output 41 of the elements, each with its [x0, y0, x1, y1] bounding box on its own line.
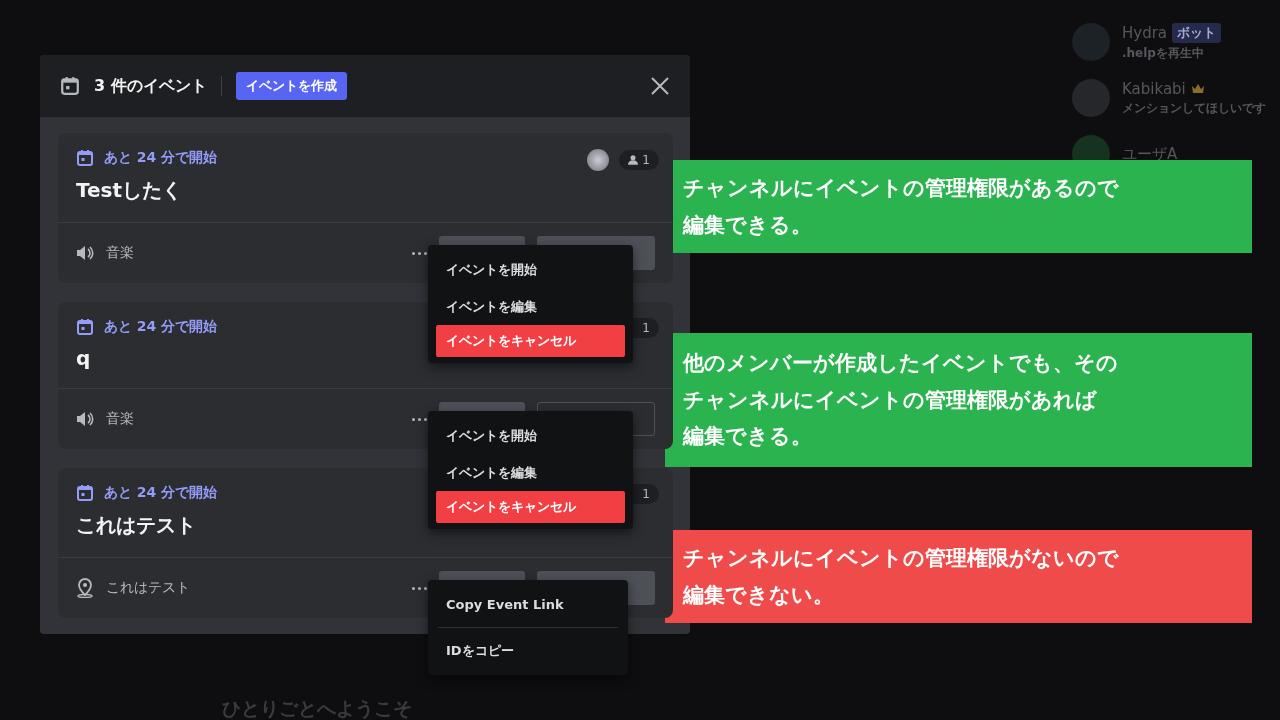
- event-title: q: [76, 346, 92, 370]
- annotation-text: チャンネルにイベントの管理権限があるので: [683, 174, 1120, 202]
- calendar-icon: [60, 76, 80, 96]
- more-options-icon[interactable]: [412, 417, 427, 421]
- event-start-time: あと 24 分で開始: [104, 149, 218, 167]
- annotation-text: チャンネルにイベントの管理権限があれば: [683, 386, 1098, 414]
- speaker-icon: [76, 245, 94, 261]
- annotation-text: 編集できる。: [683, 211, 813, 239]
- menu-item[interactable]: IDをコピー: [436, 632, 620, 669]
- calendar-icon: [76, 484, 94, 502]
- annotation-text: 他のメンバーが作成したイベントでも、その: [683, 349, 1119, 377]
- more-options-icon[interactable]: [412, 586, 427, 590]
- annotation-text: 編集できる。: [683, 423, 813, 451]
- speaker-icon: [76, 411, 94, 427]
- event-title: これはテスト: [76, 512, 197, 539]
- more-options-icon[interactable]: [412, 251, 427, 255]
- event-location: 音楽: [106, 410, 134, 428]
- event-start-time: あと 24 分で開始: [104, 484, 218, 502]
- calendar-icon: [76, 149, 94, 167]
- location-pin-icon: [76, 578, 94, 598]
- member-activity: .helpを再生中: [1122, 44, 1205, 62]
- calendar-icon: [76, 318, 94, 336]
- create-event-button[interactable]: イベントを作成: [235, 72, 347, 100]
- avatar: [1072, 79, 1110, 117]
- event-title: Testしたく: [76, 177, 183, 204]
- member-name: Hydra: [1122, 23, 1168, 42]
- menu-item[interactable]: イベントを開始: [436, 251, 625, 288]
- member-name: Kabikabi: [1122, 79, 1186, 98]
- event-start-time: あと 24 分で開始: [104, 318, 218, 336]
- attendee-count: 1: [619, 150, 659, 170]
- dialog-title: 3 件のイベント: [94, 75, 207, 97]
- event-location: これはテスト: [106, 579, 190, 597]
- annotation-text: 編集できない。: [683, 581, 835, 609]
- member-activity: メンションしてほしいです: [1122, 99, 1266, 117]
- annotation-text: チャンネルにイベントの管理権限がないので: [683, 544, 1120, 572]
- bot-badge: ボット: [1172, 22, 1222, 43]
- menu-item[interactable]: イベントを開始: [436, 417, 625, 454]
- close-icon[interactable]: [650, 76, 670, 96]
- event-location: 音楽: [106, 244, 134, 262]
- member-name: ユーザA: [1122, 144, 1178, 164]
- menu-item[interactable]: Copy Event Link: [436, 586, 620, 623]
